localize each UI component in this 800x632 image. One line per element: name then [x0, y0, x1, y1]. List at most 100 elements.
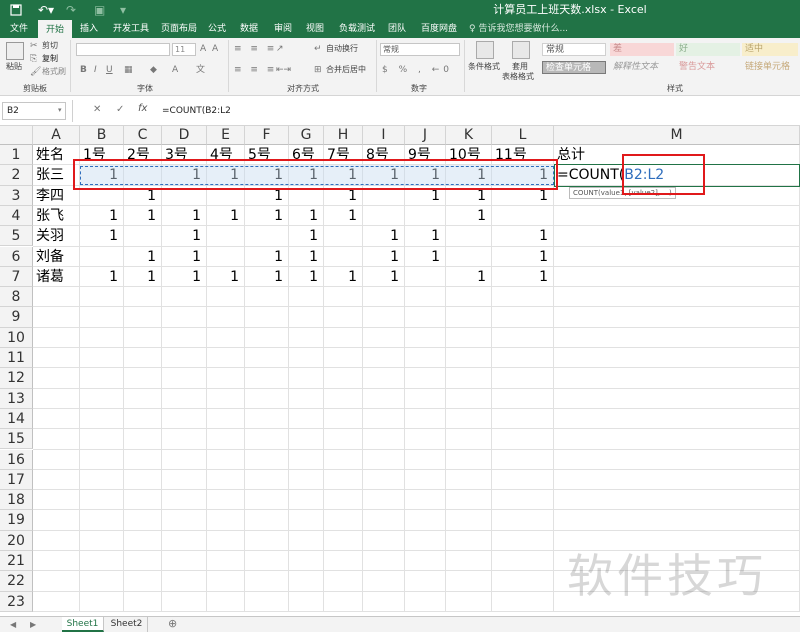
style-warning[interactable]: 警告文本	[676, 61, 740, 74]
attendance-cell[interactable]: 1	[492, 228, 548, 245]
row-header-8[interactable]: 8	[0, 287, 33, 308]
attendance-cell[interactable]: 1	[245, 188, 283, 205]
border-icon[interactable]: ▦	[124, 65, 133, 75]
attendance-cell[interactable]: 1	[492, 269, 548, 286]
row-header-19[interactable]: 19	[0, 510, 33, 531]
attendance-cell[interactable]: 1	[363, 228, 399, 245]
format-painter-icon[interactable]: 🖌	[30, 67, 41, 77]
row-header-12[interactable]: 12	[0, 368, 33, 389]
attendance-cell[interactable]: 1	[446, 208, 486, 225]
header-cell-a[interactable]: 姓名	[36, 147, 64, 164]
column-header-j[interactable]: J	[405, 126, 446, 145]
tab-load-test[interactable]: 负载测试	[336, 20, 378, 38]
sheet-tab-sheet1[interactable]: Sheet1	[62, 617, 104, 632]
style-normal[interactable]: 常规	[542, 43, 606, 56]
scroll-left-icon[interactable]: ◀	[10, 620, 16, 630]
column-header-b[interactable]: B	[80, 126, 124, 145]
attendance-cell[interactable]: 1	[324, 188, 357, 205]
style-explanatory[interactable]: 解释性文本	[610, 61, 674, 74]
attendance-cell[interactable]: 1	[363, 269, 399, 286]
name-cell[interactable]: 李四	[36, 188, 64, 205]
row-header-1[interactable]: 1	[0, 145, 33, 166]
merge-center-icon[interactable]: ⊞	[314, 65, 322, 75]
attendance-cell[interactable]: 1	[162, 208, 201, 225]
attendance-cell[interactable]: 1	[207, 269, 239, 286]
merge-center-button[interactable]: 合并后居中	[326, 65, 366, 75]
column-header-i[interactable]: I	[363, 126, 405, 145]
tab-home[interactable]: 开始	[38, 20, 72, 38]
row-header-21[interactable]: 21	[0, 551, 33, 572]
plus-circle-icon[interactable]: ⊕	[168, 618, 177, 629]
attendance-cell[interactable]: 1	[207, 208, 239, 225]
scroll-right-icon[interactable]: ▶	[30, 620, 36, 630]
attendance-cell[interactable]: 1	[446, 188, 486, 205]
name-box[interactable]: B2	[2, 102, 66, 120]
indent-icon[interactable]: ⇤⇥	[276, 65, 291, 75]
format-painter-button[interactable]: 格式刷	[42, 67, 66, 77]
enter-icon[interactable]: ✓	[116, 104, 124, 115]
name-cell[interactable]: 刘备	[36, 249, 64, 266]
column-header-e[interactable]: E	[207, 126, 245, 145]
horizontal-align-icons[interactable]: ≡ ≡ ≡	[234, 65, 277, 75]
phonetic-icon[interactable]: 文	[196, 65, 205, 75]
attendance-cell[interactable]: 1	[492, 188, 548, 205]
name-cell[interactable]: 张飞	[36, 208, 64, 225]
header-cell-m[interactable]: 总计	[557, 147, 585, 164]
italic-icon[interactable]: I	[94, 65, 97, 75]
attendance-cell[interactable]: 1	[80, 228, 118, 245]
tab-team[interactable]: 团队	[384, 20, 410, 38]
column-header-h[interactable]: H	[324, 126, 363, 145]
column-header-l[interactable]: L	[492, 126, 554, 145]
name-cell[interactable]: 诸葛	[36, 269, 64, 286]
column-header-a[interactable]: A	[33, 126, 80, 145]
attendance-cell[interactable]: 1	[162, 249, 201, 266]
number-format-icons[interactable]: $ % , ←0	[382, 65, 453, 75]
row-header-7[interactable]: 7	[0, 266, 33, 288]
worksheet-grid[interactable]: A B C D E F G H I J K L M 1 2 3 4 5 6 7 8 9 10 11 12 13 14 15 16 17 18…	[0, 126, 800, 616]
attendance-cell[interactable]: 1	[124, 269, 156, 286]
attendance-cell[interactable]: 1	[245, 249, 283, 266]
row-header-23[interactable]: 23	[0, 591, 33, 612]
row-header-3[interactable]: 3	[0, 185, 33, 206]
style-neutral[interactable]: 适中	[742, 43, 798, 56]
attendance-cell[interactable]: 1	[324, 269, 357, 286]
row-header-6[interactable]: 6	[0, 246, 33, 267]
tab-developer[interactable]: 开发工具	[110, 20, 152, 38]
style-linked-cell[interactable]: 链接单元格	[742, 61, 798, 74]
underline-icon[interactable]: U	[106, 65, 113, 75]
formula-input[interactable]: =COUNT(B2:L2	[158, 102, 798, 120]
row-header-13[interactable]: 13	[0, 388, 33, 409]
bold-icon[interactable]: B	[80, 65, 87, 75]
row-header-18[interactable]: 18	[0, 490, 33, 511]
font-name-dropdown[interactable]	[76, 43, 170, 56]
cancel-icon[interactable]: ✕	[93, 104, 101, 115]
attendance-cell[interactable]: 1	[405, 188, 440, 205]
attendance-cell[interactable]: 1	[124, 208, 156, 225]
row-header-17[interactable]: 17	[0, 469, 33, 491]
attendance-cell[interactable]: 1	[405, 228, 440, 245]
attendance-cell[interactable]: 1	[289, 208, 318, 225]
row-header-9[interactable]: 9	[0, 307, 33, 328]
attendance-cell[interactable]: 1	[446, 269, 486, 286]
table-format-icon[interactable]	[512, 41, 530, 59]
tab-data[interactable]: 数据	[236, 20, 262, 38]
row-header-20[interactable]: 20	[0, 530, 33, 551]
attendance-cell[interactable]: 1	[289, 249, 318, 266]
column-header-g[interactable]: G	[289, 126, 324, 145]
tab-view[interactable]: 视图	[302, 20, 328, 38]
insert-function-icon[interactable]: fx	[138, 103, 147, 114]
copy-button[interactable]: 复制	[42, 54, 58, 64]
top-align-icons[interactable]: ≡ ≡ ≡	[234, 44, 277, 54]
tab-review[interactable]: 审阅	[270, 20, 296, 38]
table-format-button-line1[interactable]: 套用	[512, 62, 528, 72]
name-box-dropdown-icon[interactable]: ▾	[58, 106, 62, 114]
row-header-22[interactable]: 22	[0, 571, 33, 592]
tell-me-box[interactable]: ♀ 告诉我您想要做什么...	[469, 20, 568, 38]
row-header-16[interactable]: 16	[0, 449, 33, 470]
number-format-dropdown[interactable]: 常规	[380, 43, 460, 56]
row-header-11[interactable]: 11	[0, 348, 33, 369]
column-header-c[interactable]: C	[124, 126, 162, 145]
column-header-d[interactable]: D	[162, 126, 207, 145]
paste-icon[interactable]	[6, 42, 24, 60]
increase-font-icon[interactable]: A	[200, 44, 206, 54]
